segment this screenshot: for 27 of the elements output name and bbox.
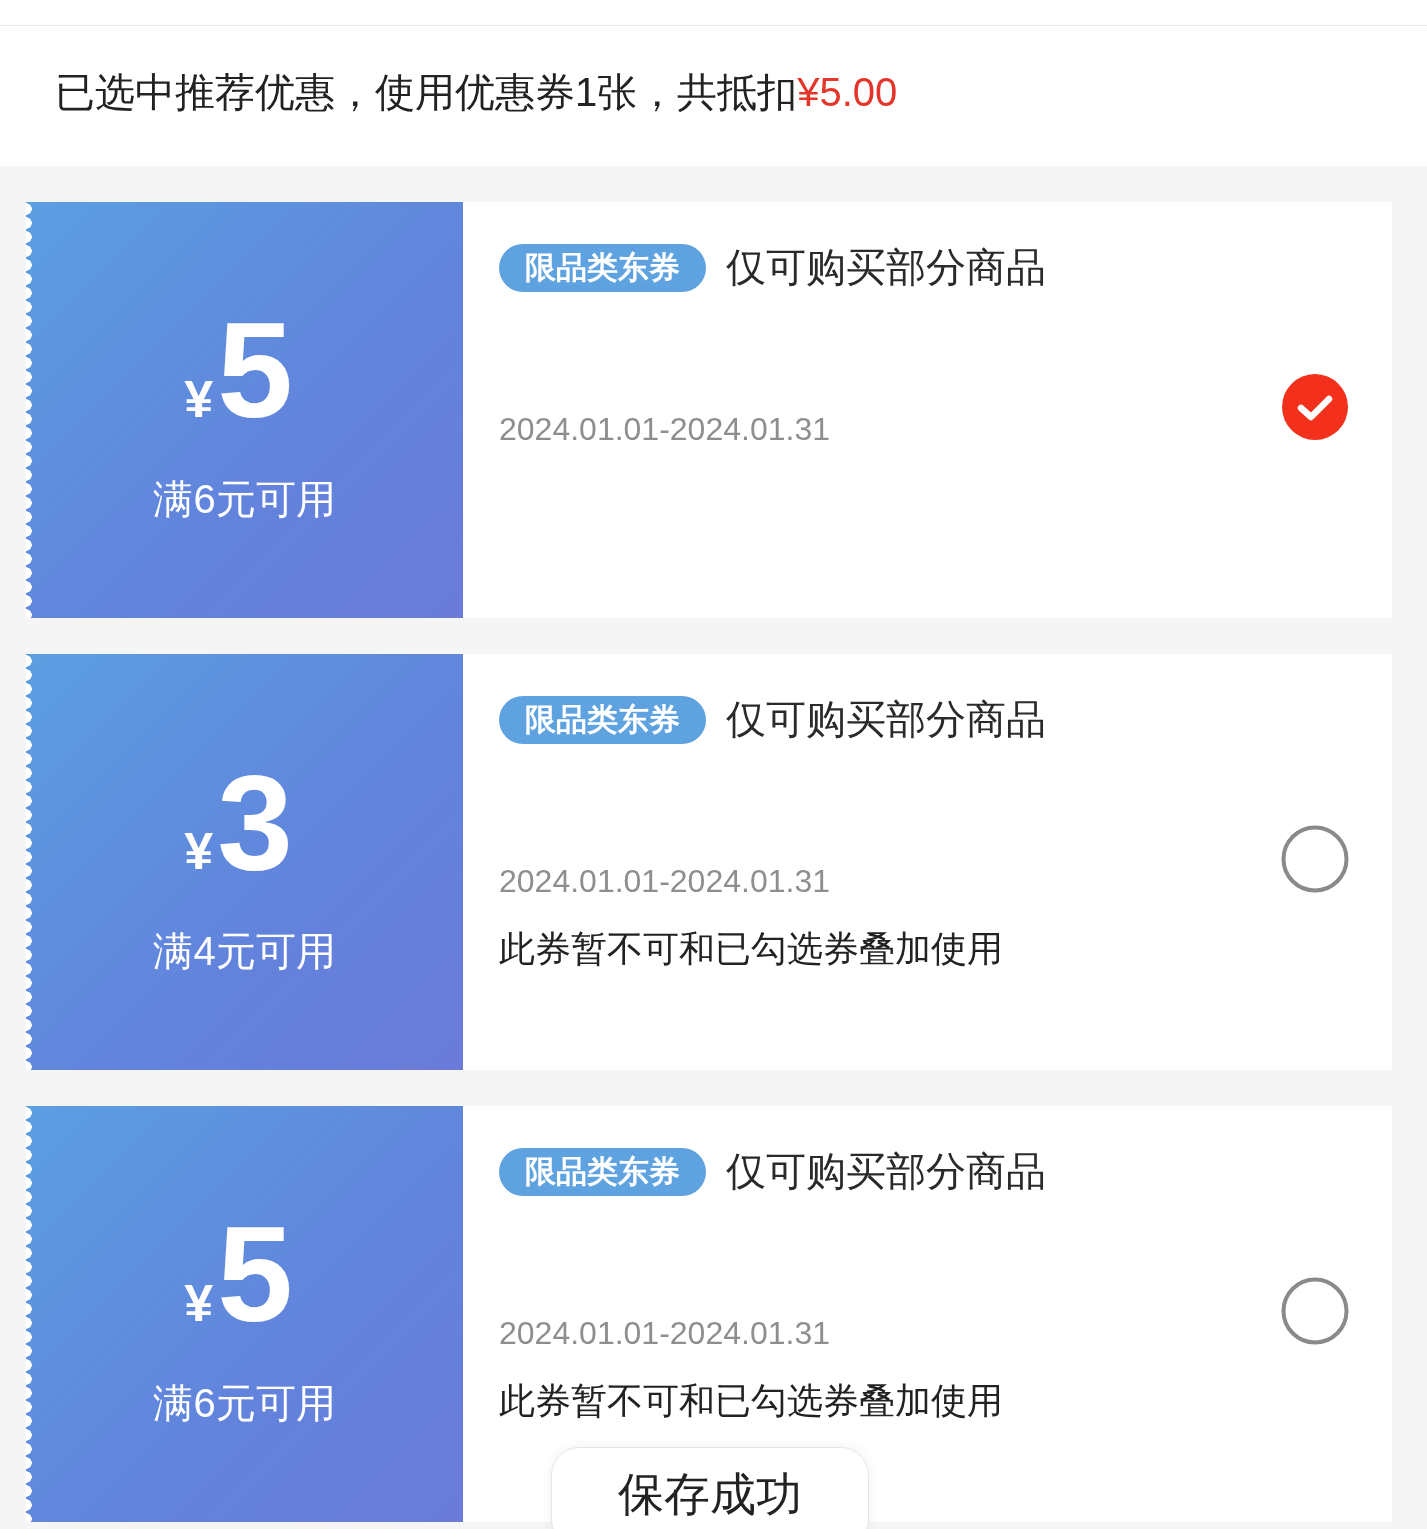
currency-symbol: ¥ (184, 368, 214, 429)
category-tag: 限品类东券 (499, 695, 706, 744)
summary-text: 已选中推荐优惠，使用优惠券1张，共抵扣¥5.00 (55, 68, 898, 116)
stacking-note: 此券暂不可和已勾选券叠加使用 (499, 1379, 1003, 1423)
validity-period: 2024.01.01-2024.01.31 (499, 410, 830, 449)
coupon-amount: 5 (217, 299, 293, 440)
coupon-card[interactable]: ¥3 满4元可用 限品类东券 仅可购买部分商品 2024.01.01-2024.01.31 此券暂不可和已勾选券叠加使用 (26, 654, 1392, 1070)
category-tag: 限品类东券 (499, 1147, 706, 1196)
checked-radio-icon[interactable] (1280, 372, 1350, 442)
toast-message: 保存成功 (618, 1467, 802, 1522)
validity-period: 2024.01.01-2024.01.31 (499, 862, 830, 901)
coupon-card[interactable]: ¥5 满6元可用 限品类东券 仅可购买部分商品 2024.01.01-2024.01.31 (26, 202, 1392, 618)
radio-icon[interactable] (1280, 1276, 1350, 1346)
stacking-note: 此券暂不可和已勾选券叠加使用 (499, 927, 1003, 971)
coupon-title: 仅可购买部分商品 (726, 1148, 1046, 1195)
coupon-title: 仅可购买部分商品 (726, 696, 1046, 743)
coupon-amount: 5 (217, 1203, 293, 1344)
usage-condition: 满6元可用 (153, 475, 336, 523)
radio-icon[interactable] (1280, 824, 1350, 894)
coupon-title: 仅可购买部分商品 (726, 244, 1046, 291)
usage-condition: 满4元可用 (153, 927, 336, 975)
usage-condition: 满6元可用 (153, 1379, 336, 1427)
category-tag: 限品类东券 (499, 243, 706, 292)
validity-period: 2024.01.01-2024.01.31 (499, 1314, 830, 1353)
coupon-amount: 3 (217, 751, 293, 892)
currency-symbol: ¥ (184, 820, 214, 881)
currency-symbol: ¥ (184, 1272, 214, 1333)
